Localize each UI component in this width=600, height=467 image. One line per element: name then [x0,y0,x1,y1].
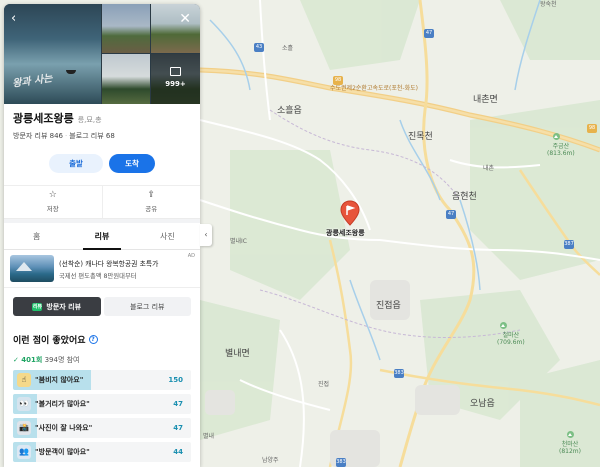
route-shield-43: 43 [254,43,264,52]
ad-thumbnail [10,255,54,282]
keyword-label: "붐비지 않아요" [35,376,84,384]
route-shield-383b: 383 [336,458,346,467]
visitor-review-label: 방문자 리뷰 [46,302,82,311]
keyword-row[interactable]: 👀 "볼거리가 많아요" 47 [13,394,191,414]
map-label-byeolnae-ic: 별내IC [230,238,247,245]
keyword-value: 47 [173,424,183,432]
save-label: 저장 [46,205,59,213]
keyword-emoji-icon: ☝ [17,373,31,387]
share-icon: ⇪ [147,190,156,200]
keyword-list: ☝ "붐비지 않아요" 150 👀 "볼거리가 많아요" 47 📸 "사진이 잘… [4,365,200,462]
map-label-wangsuk: 왕숙천 [540,1,557,8]
keyword-label: "사진이 잘 나와요" [35,424,93,432]
help-icon[interactable]: ? [88,335,98,344]
map-label-cheonmasan: 천마산 (812m) [559,441,581,456]
back-icon[interactable]: ‹ [11,12,16,25]
pin-label: 광릉세조왕릉 [326,229,365,237]
keyword-emoji-icon: 👀 [17,397,31,411]
map-label-jujeopsan: 주금산 (813.6m) [547,143,575,158]
arrival-button[interactable]: 도착 [109,154,155,173]
review-type-toggle: 리뷰 방문자 리뷰 블로그 리뷰 [4,288,200,322]
boat-shape [66,70,76,74]
photo-main[interactable]: 왕과 사는 [4,4,101,104]
map-label-cheolmasan: 철마산 (709.6m) [497,332,525,347]
collapse-panel-button[interactable]: ‹ [200,224,212,246]
keyword-section-title: 이런 점이 좋았어요 ? [4,322,200,346]
peak-icon [553,133,560,140]
map-label-byeollae: 별내면 [225,349,250,359]
map-label-jinjeop-ic: 진접 [318,381,330,388]
blog-review-count[interactable]: 블로그 리뷰 68 [69,132,115,140]
place-category: 릉,묘,총 [77,116,102,124]
photo-gallery[interactable]: 왕과 사는 999+ ‹ ✕ [4,4,200,104]
ad-banner[interactable]: (선착순) 캐나다 왕복항공권 초특가 국제선 편도총액 8만원대부터 AD [4,250,200,288]
gallery-icon [170,67,181,76]
tab-bar: 홈 리뷰 사진 [4,223,200,250]
map-label-expressway: 수도권제2순환고속도로(포천-화도) [330,85,418,92]
keyword-row[interactable]: 📸 "사진이 잘 나와요" 47 [13,418,191,438]
review-stats: 방문자 리뷰 846 · 블로그 리뷰 68 [13,132,115,140]
photo-thumb[interactable] [102,54,150,104]
photo-more-count: 999+ [165,80,186,88]
route-shield-98b: 98 [587,124,597,133]
keyword-participants: 394명 참여 [44,356,80,364]
keyword-label: "방문객이 많아요" [35,448,90,456]
star-icon: ☆ [48,190,57,200]
keyword-value: 47 [173,400,183,408]
map-label-jinmok: 진목천 [408,132,433,142]
tab-reviews[interactable]: 리뷰 [69,223,134,250]
place-detail-panel: 왕과 사는 999+ ‹ ✕ 광릉세조왕릉 릉,묘,총 방문자 리뷰 846 · 블… [4,4,200,467]
place-info: 광릉세조왕릉 릉,묘,총 방문자 리뷰 846 · 블로그 리뷰 68 출발 도착 [4,104,200,173]
ad-title: (선착순) 캐나다 왕복항공권 초특가 [59,259,159,268]
save-button[interactable]: ☆ 저장 [4,186,102,218]
route-shield-387: 387 [564,240,574,249]
peak-icon [500,322,507,329]
share-label: 공유 [145,205,158,213]
ad-tag: AD [187,253,195,259]
departure-button[interactable]: 출발 [49,154,103,173]
visitor-review-toggle[interactable]: 리뷰 방문자 리뷰 [13,297,101,316]
close-icon[interactable]: ✕ [179,12,191,26]
poster-text: 왕과 사는 [11,73,54,90]
keyword-value: 150 [168,376,183,384]
route-shield-47b: 47 [446,210,456,219]
tab-home[interactable]: 홈 [4,223,69,249]
map-label-soheul-ic: 소흘 [282,45,294,52]
map-label-soheul: 소흘읍 [277,106,302,116]
photo-thumb[interactable] [102,4,150,53]
location-pin-icon[interactable] [340,200,360,226]
place-title: 광릉세조왕릉 [13,112,74,125]
map-label-onam: 오남읍 [470,399,495,409]
map-label-jinjeop: 진접읍 [376,301,401,311]
keyword-summary: ✓ 401회 394명 참여 [4,346,200,365]
map-label-eumhyeon: 음현천 [452,192,477,202]
route-shield-47: 47 [424,29,434,38]
peak-icon [567,431,574,438]
review-badge-icon: 리뷰 [32,302,43,311]
share-button[interactable]: ⇪ 공유 [101,186,201,218]
keyword-row[interactable]: 👥 "방문객이 많아요" 44 [13,442,191,462]
visitor-review-count[interactable]: 방문자 리뷰 846 [13,132,63,140]
keyword-emoji-icon: 📸 [17,421,31,435]
keyword-count: ✓ 401회 [13,356,43,364]
blog-review-toggle[interactable]: 블로그 리뷰 [103,297,191,316]
keyword-label: "볼거리가 많아요" [35,400,90,408]
keyword-title: 이런 점이 좋았어요 [13,336,86,346]
tab-photos[interactable]: 사진 [135,223,200,249]
route-shield-98: 98 [333,76,343,85]
map-label-naechon-ic: 내촌 [483,165,495,172]
keyword-emoji-icon: 👥 [17,445,31,459]
keyword-value: 44 [173,448,183,456]
utility-actions: ☆ 저장 ⇪ 공유 [4,185,200,218]
ad-subtitle: 국제선 편도총액 8만원대부터 [59,272,137,280]
keyword-row[interactable]: ☝ "붐비지 않아요" 150 [13,370,191,390]
map-label-naechon: 내촌면 [473,95,498,105]
map-label-namyang: 남양주 [262,457,279,464]
route-shield-383: 383 [394,369,404,378]
photo-thumb[interactable] [151,4,200,53]
photo-more[interactable]: 999+ [151,54,200,104]
map-label-byeolnae: 별내 [203,433,215,440]
